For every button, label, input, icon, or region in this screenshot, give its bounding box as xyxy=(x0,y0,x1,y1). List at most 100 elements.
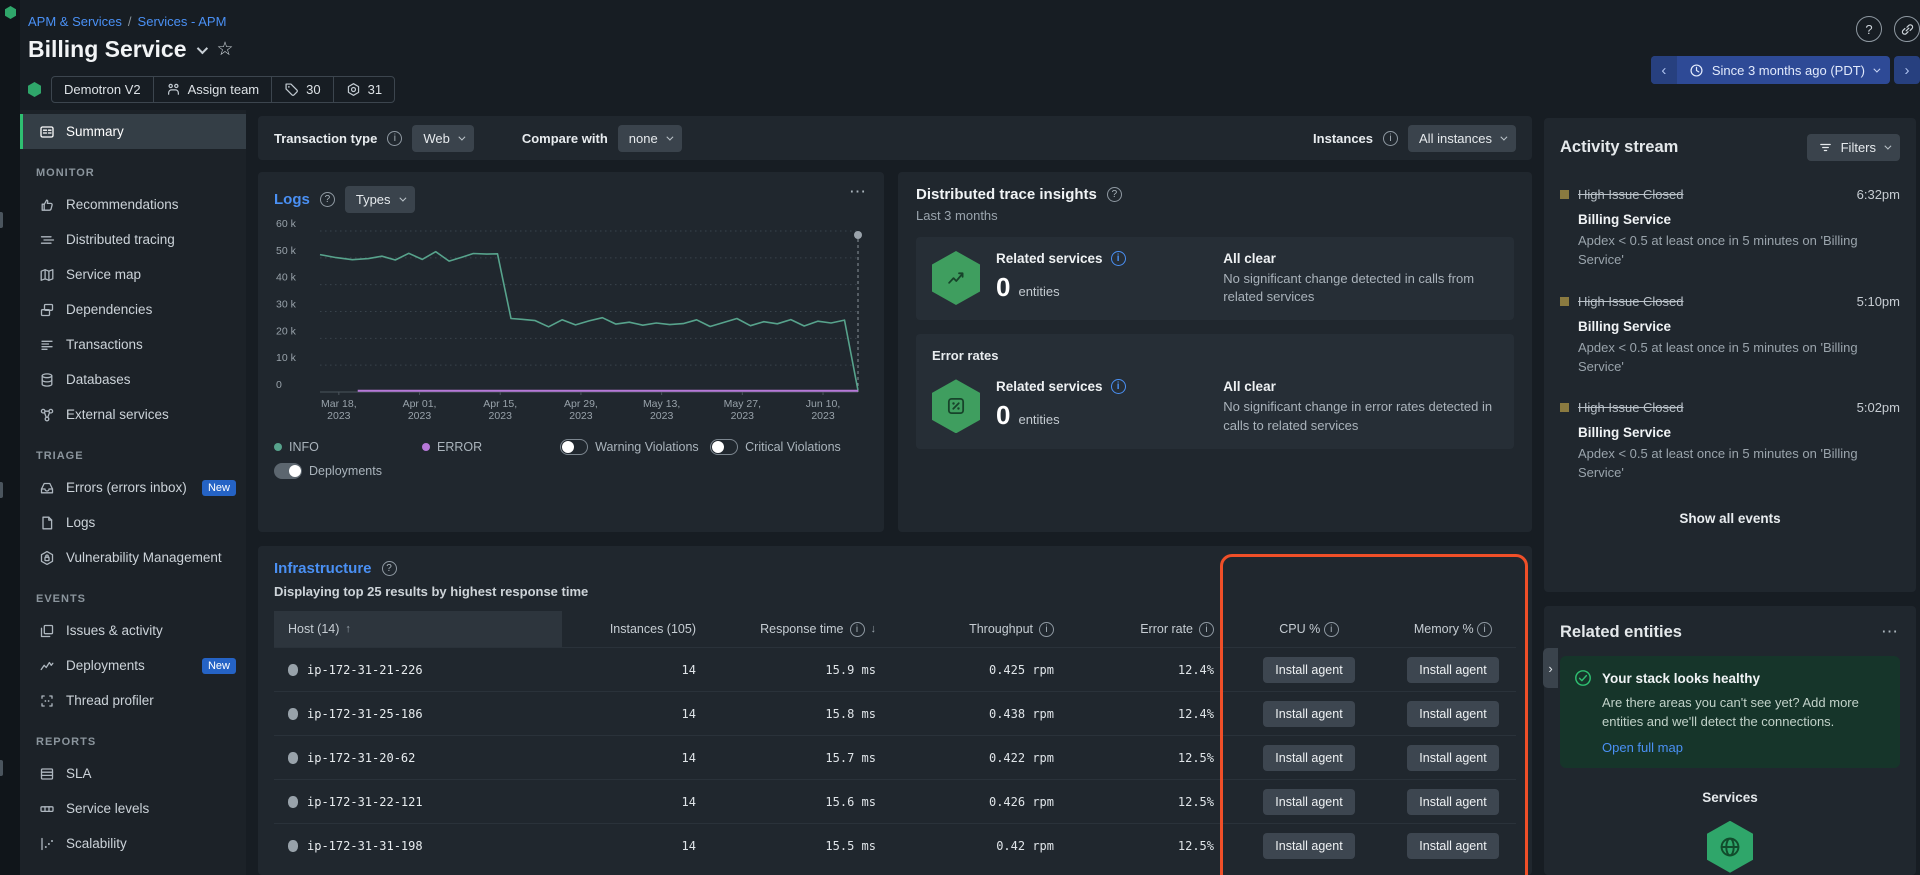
service-globe-hexagon-icon[interactable] xyxy=(1707,821,1753,873)
filters-button[interactable]: Filters xyxy=(1807,134,1900,161)
sidebar-item-transactions[interactable]: Transactions xyxy=(20,327,246,362)
sidebar-item-logs[interactable]: Logs xyxy=(20,505,246,540)
time-prev-button[interactable]: ‹ xyxy=(1651,56,1677,84)
related-entities-collapse-handle[interactable]: › xyxy=(1543,648,1558,688)
logs-types-select[interactable]: Types xyxy=(345,186,415,213)
info-icon[interactable]: i xyxy=(1111,251,1126,266)
legend-info[interactable]: INFO xyxy=(274,440,422,454)
sidebar-item-vulnerability-management[interactable]: Vulnerability Management xyxy=(20,540,246,575)
sidebar-item-dependencies[interactable]: Dependencies xyxy=(20,292,246,327)
activity-event[interactable]: High Issue Closed5:10pmBilling ServiceAp… xyxy=(1560,294,1900,377)
infrastructure-help-icon[interactable]: ? xyxy=(382,561,397,576)
tags-count[interactable]: 30 xyxy=(271,77,332,102)
instances-select[interactable]: All instances xyxy=(1408,125,1516,152)
sidebar-item-external-services[interactable]: External services xyxy=(20,397,246,432)
open-full-map-link[interactable]: Open full map xyxy=(1602,740,1886,755)
host-row-ip-172-31-31-198[interactable]: ip-172-31-31-1981415.5 ms0.42 rpm12.5%In… xyxy=(274,823,1516,867)
assign-team-button[interactable]: Assign team xyxy=(153,77,272,102)
compare-with-select[interactable]: none xyxy=(618,125,682,152)
install-agent-button-memory[interactable]: Install agent xyxy=(1407,701,1498,727)
account-name[interactable]: Demotron V2 xyxy=(52,77,153,102)
install-agent-button-memory[interactable]: Install agent xyxy=(1407,833,1498,859)
related-entities-menu-button[interactable]: ⋯ xyxy=(1881,622,1900,642)
col-host[interactable]: Host (14) ↑ xyxy=(274,611,562,647)
related-entities-panel: Related entities ⋯ Your stack looks heal… xyxy=(1544,606,1916,875)
breadcrumb-apm-services[interactable]: APM & Services xyxy=(28,14,122,29)
svg-text:40 k: 40 k xyxy=(276,272,297,284)
sidebar-item-sla[interactable]: SLA xyxy=(20,756,246,791)
sidebar-item-databases[interactable]: Databases xyxy=(20,362,246,397)
sidebar-item-scalability[interactable]: Scalability xyxy=(20,826,246,861)
event-severity-icon xyxy=(1560,403,1569,412)
copy-link-button[interactable] xyxy=(1894,16,1920,42)
sidebar-item-issues-activity[interactable]: Issues & activity xyxy=(20,613,246,648)
time-next-button[interactable]: › xyxy=(1894,56,1920,84)
environment-count[interactable]: 31 xyxy=(333,77,394,102)
host-name: ip-172-31-22-121 xyxy=(307,795,423,809)
toggle-switch[interactable] xyxy=(710,439,738,455)
col-cpu[interactable]: CPU % i xyxy=(1228,611,1390,647)
insights-help-icon[interactable]: ? xyxy=(1107,187,1122,202)
info-icon[interactable]: i xyxy=(1039,622,1054,637)
sidebar-item-recommendations[interactable]: Recommendations xyxy=(20,187,246,222)
logs-panel-title[interactable]: Logs xyxy=(274,191,310,208)
install-agent-button-cpu[interactable]: Install agent xyxy=(1263,745,1354,771)
host-row-ip-172-31-21-226[interactable]: ip-172-31-21-2261415.9 ms0.425 rpm12.4%I… xyxy=(274,647,1516,691)
col-memory[interactable]: Memory % i xyxy=(1390,611,1516,647)
sidebar-item-distributed-tracing[interactable]: Distributed tracing xyxy=(20,222,246,257)
title-chevron-down-icon[interactable] xyxy=(196,42,207,53)
install-agent-button-cpu[interactable]: Install agent xyxy=(1263,701,1354,727)
info-icon[interactable]: i xyxy=(1383,131,1398,146)
sidebar-section-reports: REPORTS xyxy=(20,718,246,756)
install-agent-button-cpu[interactable]: Install agent xyxy=(1263,657,1354,683)
right-rail: Activity stream Filters High Issue Close… xyxy=(1544,110,1920,875)
col-throughput[interactable]: Throughput i xyxy=(890,611,1068,647)
error-value: 12.4% xyxy=(1068,707,1228,721)
toggle-critical-violations[interactable]: Critical Violations xyxy=(710,439,868,455)
sidebar-item-deployments[interactable]: DeploymentsNew xyxy=(20,648,246,683)
transaction-type-select[interactable]: Web xyxy=(412,125,474,152)
col-error-rate[interactable]: Error rate i xyxy=(1068,611,1228,647)
show-all-events-link[interactable]: Show all events xyxy=(1560,511,1900,526)
activity-event[interactable]: High Issue Closed5:02pmBilling ServiceAp… xyxy=(1560,400,1900,483)
host-row-ip-172-31-22-121[interactable]: ip-172-31-22-1211415.6 ms0.426 rpm12.5%I… xyxy=(274,779,1516,823)
activity-event[interactable]: High Issue Closed6:32pmBilling ServiceAp… xyxy=(1560,187,1900,270)
info-icon[interactable]: i xyxy=(1111,379,1126,394)
breadcrumb-services-apm[interactable]: Services - APM xyxy=(138,14,227,29)
install-agent-button-memory[interactable]: Install agent xyxy=(1407,657,1498,683)
install-agent-button-cpu[interactable]: Install agent xyxy=(1263,833,1354,859)
time-range-button[interactable]: Since 3 months ago (PDT) xyxy=(1677,63,1890,78)
series-dot-icon xyxy=(422,443,430,451)
host-row-ip-172-31-20-62[interactable]: ip-172-31-20-621415.7 ms0.422 rpm12.5%In… xyxy=(274,735,1516,779)
favorite-star-icon[interactable]: ☆ xyxy=(217,38,234,61)
toggle-switch[interactable] xyxy=(274,463,302,479)
install-agent-button-memory[interactable]: Install agent xyxy=(1407,745,1498,771)
sidebar-item-thread-profiler[interactable]: Thread profiler xyxy=(20,683,246,718)
new-badge: New xyxy=(202,480,236,496)
instances-value: 14 xyxy=(562,795,710,809)
toggle-switch[interactable] xyxy=(560,439,588,455)
info-icon[interactable]: i xyxy=(1477,622,1492,637)
sidebar-item-service-map[interactable]: Service map xyxy=(20,257,246,292)
toggle-deployments[interactable]: Deployments xyxy=(274,463,382,479)
infrastructure-title[interactable]: Infrastructure xyxy=(274,560,372,577)
logs-menu-button[interactable]: ⋯ xyxy=(849,182,868,202)
instances-value: 14 xyxy=(562,839,710,853)
help-button[interactable]: ? xyxy=(1856,16,1882,42)
install-agent-button-cpu[interactable]: Install agent xyxy=(1263,789,1354,815)
sidebar-item-errors-errors-inbox-[interactable]: Errors (errors inbox)New xyxy=(20,470,246,505)
legend-error[interactable]: ERROR xyxy=(422,440,560,454)
response-value: 15.8 ms xyxy=(710,707,890,721)
info-icon[interactable]: i xyxy=(850,622,865,637)
install-agent-button-memory[interactable]: Install agent xyxy=(1407,789,1498,815)
info-icon[interactable]: i xyxy=(387,131,402,146)
sidebar-item-service-levels[interactable]: Service levels xyxy=(20,791,246,826)
toggle-warning-violations[interactable]: Warning Violations xyxy=(560,439,710,455)
logs-help-icon[interactable]: ? xyxy=(320,192,335,207)
sidebar-item-summary[interactable]: Summary xyxy=(20,114,246,149)
col-response-time[interactable]: Response time i ↓ xyxy=(710,611,890,647)
host-row-ip-172-31-25-186[interactable]: ip-172-31-25-1861415.8 ms0.438 rpm12.4%I… xyxy=(274,691,1516,735)
info-icon[interactable]: i xyxy=(1199,622,1214,637)
col-instances[interactable]: Instances (105) xyxy=(562,611,710,647)
info-icon[interactable]: i xyxy=(1324,622,1339,637)
